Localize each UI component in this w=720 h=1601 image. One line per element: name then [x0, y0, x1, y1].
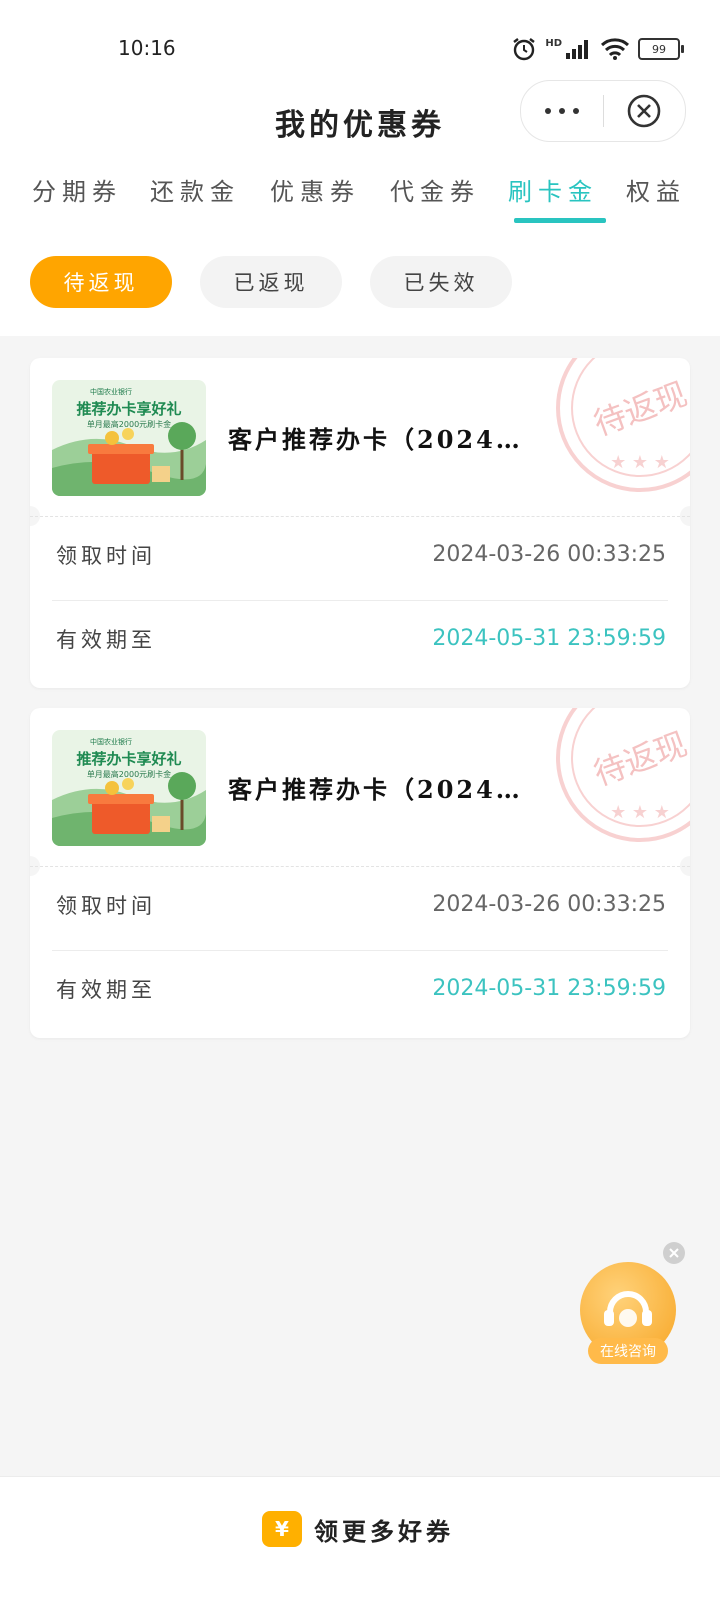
status-time: 10:16: [118, 36, 176, 60]
stamp-text: 待返现: [589, 375, 690, 444]
claim-time-value: 2024-03-26 00:33:25: [432, 542, 666, 567]
hd-label: HD: [545, 37, 562, 49]
ticket-divider: [30, 516, 690, 517]
tab-swipe-reward[interactable]: 刷卡金: [508, 172, 598, 207]
coupon-title: 客户推荐办卡（2024…: [228, 775, 523, 804]
tab-voucher[interactable]: 代金券: [390, 172, 480, 207]
battery-icon: 99: [638, 38, 684, 60]
thumb-headline: 推荐办卡享好礼: [76, 750, 181, 768]
coupon-card[interactable]: 待返现 ★ ★ ★ 中国农业银行 推荐办卡享好礼 单月最高2000元刷卡金 客户…: [30, 358, 690, 688]
stamp-text: 待返现: [589, 725, 690, 794]
float-close-button[interactable]: [663, 1242, 685, 1264]
claim-time-label: 领取时间: [56, 544, 156, 568]
filter-expired[interactable]: 已失效: [370, 256, 512, 308]
status-filter-bar: 待返现 已返现 已失效: [0, 224, 720, 336]
close-circle-icon: [627, 94, 661, 128]
close-button[interactable]: [604, 81, 684, 141]
coupon-card[interactable]: 待返现 ★ ★ ★ 中国农业银行 推荐办卡享好礼 单月最高2000元刷卡金 客户…: [30, 708, 690, 1038]
svg-text:★ ★ ★: ★ ★ ★: [610, 802, 670, 823]
tab-installment[interactable]: 分期券: [32, 172, 122, 207]
coupon-thumbnail: 中国农业银行 推荐办卡享好礼 单月最高2000元刷卡金: [52, 730, 206, 846]
close-icon: [669, 1248, 679, 1258]
coupon-title: 客户推荐办卡（2024…: [228, 425, 523, 454]
dot-icon: [545, 108, 551, 114]
ticket-divider: [30, 866, 690, 867]
active-tab-indicator: [514, 218, 606, 223]
mini-program-capsule: [520, 80, 686, 142]
dot-icon: [559, 108, 565, 114]
filter-pending[interactable]: 待返现: [30, 256, 172, 308]
status-bar: 10:16 HD 99: [0, 0, 720, 80]
signal-icon: [566, 40, 588, 59]
status-icons: HD 99: [511, 34, 684, 64]
row-divider: [52, 600, 668, 601]
yen-icon: ¥: [262, 1511, 302, 1547]
more-button[interactable]: [521, 81, 603, 141]
claim-time-label: 领取时间: [56, 894, 156, 918]
expiry-label: 有效期至: [56, 628, 156, 652]
svg-text:★ ★ ★: ★ ★ ★: [610, 452, 670, 473]
battery-level: 99: [652, 42, 666, 56]
expiry-label: 有效期至: [56, 978, 156, 1002]
thumb-bank: 中国农业银行: [90, 387, 132, 396]
row-divider: [52, 950, 668, 951]
bottom-bar: ¥ 领更多好券: [0, 1476, 720, 1601]
stamp-pending: 待返现 ★ ★ ★: [556, 358, 690, 492]
thumb-sub: 单月最高2000元刷卡金: [87, 419, 171, 429]
expiry-value: 2024-05-31 23:59:59: [432, 626, 666, 651]
coupon-thumbnail: 中国农业银行 推荐办卡享好礼 单月最高2000元刷卡金: [52, 380, 206, 496]
tab-benefits[interactable]: 权益: [626, 172, 686, 207]
filter-returned[interactable]: 已返现: [200, 256, 342, 308]
thumb-headline: 推荐办卡享好礼: [76, 400, 181, 418]
alarm-icon: [513, 38, 536, 61]
claim-time-value: 2024-03-26 00:33:25: [432, 892, 666, 917]
coupon-type-tabs: 分期券 还款金 优惠券 代金券 刷卡金 权益: [0, 160, 720, 225]
get-more-coupons-button[interactable]: ¥ 领更多好券: [262, 1509, 454, 1549]
online-consult-label[interactable]: 在线咨询: [588, 1338, 668, 1364]
expiry-value: 2024-05-31 23:59:59: [432, 976, 666, 1001]
dot-icon: [573, 108, 579, 114]
get-more-coupons-label: 领更多好券: [314, 1516, 454, 1546]
tab-discount[interactable]: 优惠券: [270, 172, 360, 207]
thumb-sub: 单月最高2000元刷卡金: [87, 769, 171, 779]
stamp-pending: 待返现 ★ ★ ★: [556, 708, 690, 842]
thumb-bank: 中国农业银行: [90, 737, 132, 746]
tab-repayment[interactable]: 还款金: [150, 172, 240, 207]
wifi-icon: [600, 38, 630, 60]
